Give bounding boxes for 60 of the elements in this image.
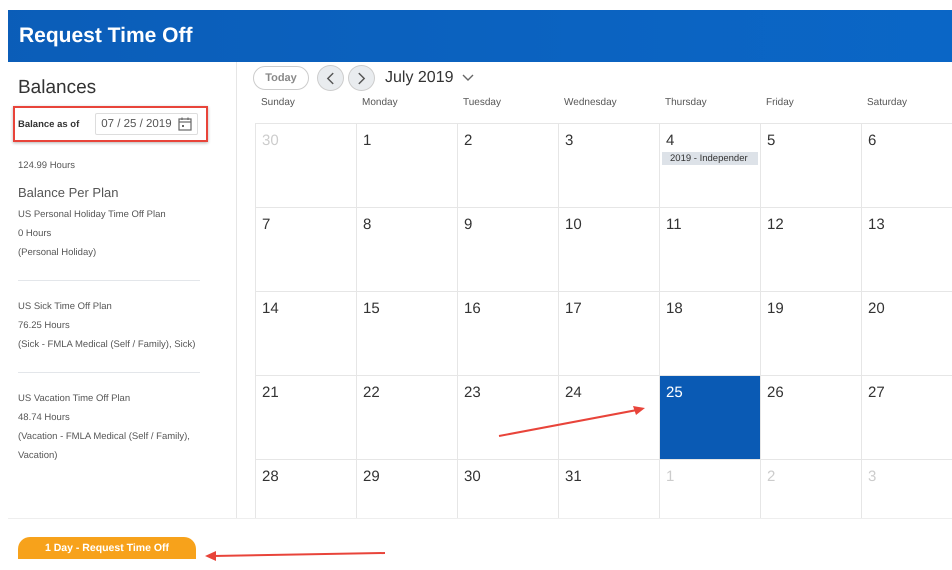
month-title: July 2019 xyxy=(385,69,454,87)
day-cell[interactable]: 11 xyxy=(659,208,760,292)
date-field[interactable]: 07 / 25 / 2019 xyxy=(95,113,198,135)
day-cell[interactable]: 2 xyxy=(457,124,558,208)
day-cell[interactable]: 15 xyxy=(356,292,457,376)
plan-name: US Sick Time Off Plan xyxy=(18,300,113,314)
previous-month-button[interactable] xyxy=(317,65,344,91)
total-hours: 124.99 Hours xyxy=(18,159,76,173)
day-cell[interactable]: 5 xyxy=(760,124,861,208)
weekday-label: Wednesday xyxy=(564,97,617,108)
day-cell[interactable]: 4 2019 - Independer xyxy=(659,124,760,208)
plan-hours: 76.25 Hours xyxy=(18,319,71,333)
day-cell[interactable]: 26 xyxy=(760,376,861,460)
plan-hours: 0 Hours xyxy=(18,227,52,241)
day-cell[interactable]: 1 xyxy=(356,124,457,208)
balance-per-plan-title: Balance Per Plan xyxy=(18,185,120,200)
day-cell[interactable]: 9 xyxy=(457,208,558,292)
chevron-right-icon xyxy=(357,72,366,84)
day-cell[interactable]: 17 xyxy=(558,292,659,376)
day-cell[interactable]: 22 xyxy=(356,376,457,460)
weekday-label: Monday xyxy=(362,97,398,108)
plan-name: US Vacation Time Off Plan xyxy=(18,392,132,406)
day-cell[interactable]: 27 xyxy=(861,376,952,460)
plan-name: US Personal Holiday Time Off Plan xyxy=(18,208,167,222)
plan-types: (Sick - FMLA Medical (Self / Family), Sick) xyxy=(18,338,196,352)
day-cell[interactable]: 29 xyxy=(356,460,457,518)
day-cell[interactable]: 30 xyxy=(457,460,558,518)
day-cell[interactable]: 3 xyxy=(558,124,659,208)
day-cell[interactable]: 19 xyxy=(760,292,861,376)
day-cell[interactable]: 23 xyxy=(457,376,558,460)
day-cell[interactable]: 31 xyxy=(558,460,659,518)
day-cell[interactable]: 25 xyxy=(659,376,760,460)
today-button[interactable]: Today xyxy=(253,66,309,90)
balance-date-label: Balance as of xyxy=(18,118,80,130)
next-month-button[interactable] xyxy=(348,65,375,91)
weekday-label: Tuesday xyxy=(463,97,501,108)
weekday-label: Sunday xyxy=(261,97,295,108)
holiday-event[interactable]: 2019 - Independer xyxy=(662,152,758,165)
plan-types: (Vacation - FMLA Medical (Self / Family), Vacation) xyxy=(18,430,191,463)
day-cell[interactable]: 21 xyxy=(255,376,356,460)
balances-title: Balances xyxy=(18,77,98,99)
day-cell[interactable]: 8 xyxy=(356,208,457,292)
day-cell[interactable]: 16 xyxy=(457,292,558,376)
chevron-left-icon xyxy=(326,72,335,84)
day-cell[interactable]: 28 xyxy=(255,460,356,518)
plan-types: (Personal Holiday) xyxy=(18,246,98,260)
calendar-icon xyxy=(178,117,192,131)
weekday-label: Thursday xyxy=(665,97,707,108)
weekday-label: Friday xyxy=(766,97,794,108)
day-cell[interactable]: 12 xyxy=(760,208,861,292)
day-cell[interactable]: 14 xyxy=(255,292,356,376)
day-cell[interactable]: 6 xyxy=(861,124,952,208)
weekday-label: Saturday xyxy=(867,97,908,108)
caret-icon[interactable] xyxy=(462,74,474,82)
day-cell[interactable]: 7 xyxy=(255,208,356,292)
page-title: Request Time Off xyxy=(19,24,192,48)
day-cell[interactable]: 20 xyxy=(861,292,952,376)
day-cell[interactable]: 13 xyxy=(861,208,952,292)
plan-hours: 48.74 Hours xyxy=(18,411,71,425)
day-cell[interactable]: 10 xyxy=(558,208,659,292)
